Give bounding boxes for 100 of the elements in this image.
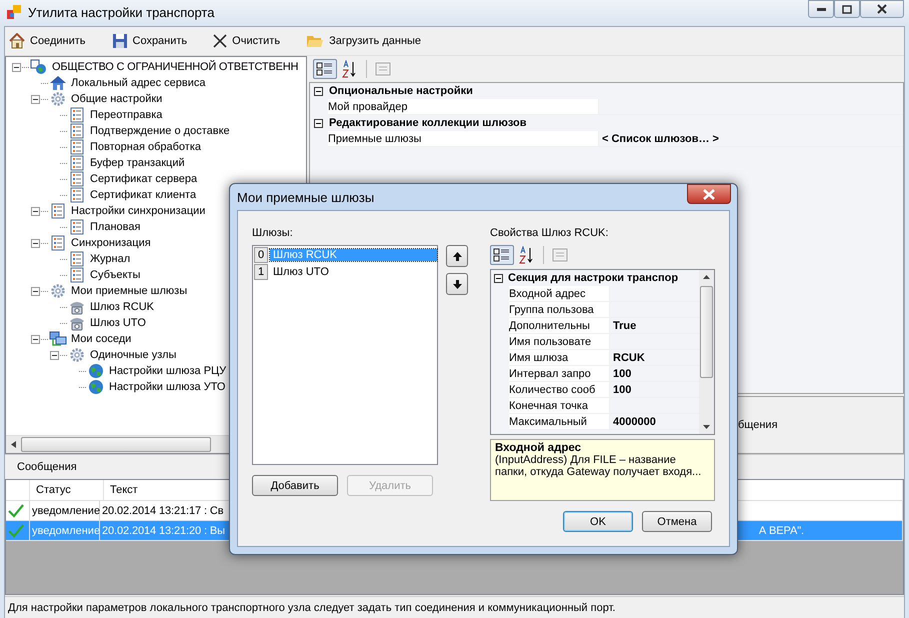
window-title: Утилита настройки транспорта bbox=[28, 4, 216, 20]
tree-item[interactable]: Настройки синхронизации bbox=[70, 205, 206, 217]
categorized-button[interactable] bbox=[490, 245, 514, 265]
tree-item[interactable]: Мои соседи bbox=[70, 333, 132, 345]
gear-icon bbox=[49, 91, 67, 107]
tree-item[interactable]: Переотправка bbox=[89, 109, 164, 121]
collapse-icon[interactable] bbox=[50, 350, 59, 360]
table-cell: А ВЕРА". bbox=[758, 524, 804, 536]
phone-icon bbox=[68, 315, 86, 331]
property-name: Имя шлюза bbox=[509, 350, 610, 366]
tree-item[interactable]: Сертификат сервера bbox=[89, 173, 198, 185]
toolbar-button[interactable]: Загрузить данные bbox=[304, 31, 428, 51]
list-item[interactable]: Шлюз UTO bbox=[270, 266, 437, 278]
close-icon bbox=[877, 4, 887, 14]
tree-item[interactable]: Сертификат клиента bbox=[89, 189, 198, 201]
collapse-icon[interactable] bbox=[12, 62, 21, 72]
list-icon bbox=[68, 267, 86, 283]
toolbar-button[interactable]: Сохранить bbox=[110, 31, 194, 51]
globe-icon bbox=[87, 363, 105, 379]
categorized-icon bbox=[316, 61, 334, 77]
maximize-button[interactable] bbox=[834, 0, 860, 18]
toolbar-button[interactable]: Соединить bbox=[7, 31, 92, 51]
help-text: (InputAddress) Для FILE – название папки, откуда Gateway получает входя... bbox=[495, 454, 702, 478]
tree-item[interactable]: Одиночные узлы bbox=[89, 349, 178, 361]
tree-item[interactable]: Общие настройки bbox=[70, 93, 164, 105]
tree-item[interactable]: ОБЩЕСТВО С ОГРАНИЧЕННОЙ ОТВЕТСТВЕНН bbox=[51, 61, 300, 73]
tree-item[interactable]: Повторная обработка bbox=[89, 141, 202, 153]
arrow-up-icon bbox=[452, 252, 462, 260]
checkmark-icon bbox=[8, 524, 24, 538]
house-icon bbox=[49, 75, 67, 91]
dialog-button[interactable]: Добавить bbox=[252, 475, 338, 496]
index-badge: 0 bbox=[254, 247, 268, 263]
ok-button[interactable]: OK bbox=[563, 511, 633, 532]
list-icon bbox=[68, 187, 86, 203]
tree-item[interactable]: Журнал bbox=[89, 253, 132, 265]
categorized-button[interactable] bbox=[313, 59, 337, 79]
collapse-icon[interactable] bbox=[31, 334, 40, 344]
move-down-button[interactable] bbox=[446, 273, 468, 295]
list-icon bbox=[68, 123, 86, 139]
tree-item[interactable]: Шлюз RCUK bbox=[89, 301, 156, 313]
minimize-icon bbox=[816, 7, 826, 11]
property-name: Интервал запро bbox=[509, 366, 610, 382]
property-name: Входной адрес bbox=[509, 286, 610, 302]
tree-item[interactable]: Синхронизация bbox=[70, 237, 152, 249]
cancel-button[interactable]: Отмена bbox=[642, 511, 712, 532]
list-icon bbox=[49, 203, 67, 219]
list-icon bbox=[68, 139, 86, 155]
property-pages-icon bbox=[552, 248, 568, 262]
tree-item[interactable]: Шлюз UTO bbox=[89, 317, 147, 329]
collapse-icon[interactable] bbox=[314, 86, 323, 96]
toolbar-button[interactable]: Очистить bbox=[211, 32, 286, 50]
tree-item[interactable]: Субъекты bbox=[89, 269, 142, 281]
collapse-icon[interactable] bbox=[31, 94, 40, 104]
list-icon bbox=[68, 219, 86, 235]
property-name: Имя пользовате bbox=[509, 334, 610, 350]
phone-icon bbox=[68, 299, 86, 315]
app-icon bbox=[6, 4, 22, 20]
close-icon bbox=[703, 188, 715, 200]
folder-icon bbox=[306, 33, 324, 49]
table-cell: уведомление bbox=[30, 501, 100, 520]
gear-icon bbox=[49, 283, 67, 299]
globe-icon bbox=[87, 379, 105, 395]
tree-item[interactable]: Плановая bbox=[89, 221, 142, 233]
clear-icon bbox=[213, 34, 228, 48]
property-name: Приемные шлюзы bbox=[328, 131, 599, 147]
tree-item[interactable]: Мои приемные шлюзы bbox=[70, 285, 188, 297]
tree-item[interactable]: Буфер транзакций bbox=[89, 157, 186, 169]
categorized-icon bbox=[493, 247, 511, 263]
list-label: Шлюзы: bbox=[252, 227, 294, 241]
property-name: Количество сооб bbox=[509, 382, 610, 398]
close-button[interactable] bbox=[687, 184, 731, 204]
collapse-icon[interactable] bbox=[314, 118, 323, 128]
property-name: Мой провайдер bbox=[328, 99, 599, 115]
column-header[interactable]: Статус bbox=[30, 480, 104, 500]
move-up-button[interactable] bbox=[446, 245, 468, 267]
scroll-up-icon bbox=[703, 275, 710, 279]
minimize-button[interactable] bbox=[808, 0, 834, 18]
tree-item[interactable]: Настройки шлюза РЦУ bbox=[108, 365, 228, 377]
checkmark-icon bbox=[8, 504, 24, 518]
tree-item[interactable]: Локальный адрес сервиса bbox=[70, 77, 207, 89]
collapse-icon[interactable] bbox=[31, 206, 40, 216]
sort-az-icon bbox=[519, 246, 535, 264]
list-icon bbox=[68, 107, 86, 123]
table-cell: 20.02.2014 13:21:20 : Вы bbox=[102, 524, 225, 536]
property-value[interactable]: < Список шлюзов… > bbox=[599, 131, 903, 147]
vertical-scrollbar[interactable] bbox=[699, 270, 714, 434]
close-button[interactable] bbox=[860, 0, 904, 18]
property-pages-icon bbox=[375, 62, 391, 76]
tree-item[interactable]: Настройки шлюза УТО bbox=[108, 381, 226, 393]
collapse-icon[interactable] bbox=[494, 274, 503, 282]
status-text: Для настройки параметров локального транспортного узла следует задать тип соединения и коммуникационный порт. bbox=[8, 602, 616, 614]
scroll-down-icon bbox=[703, 425, 710, 429]
dialog-title: Мои приемные шлюзы bbox=[237, 190, 376, 204]
index-badge: 1 bbox=[254, 264, 268, 280]
network-globe-icon bbox=[30, 59, 48, 75]
collapse-icon[interactable] bbox=[31, 286, 40, 296]
messages-title: Сообщения bbox=[17, 461, 77, 473]
help-title: Входной адрес bbox=[495, 442, 582, 454]
collapse-icon[interactable] bbox=[31, 238, 40, 248]
tree-item[interactable]: Подтверждение о доставке bbox=[89, 125, 231, 137]
